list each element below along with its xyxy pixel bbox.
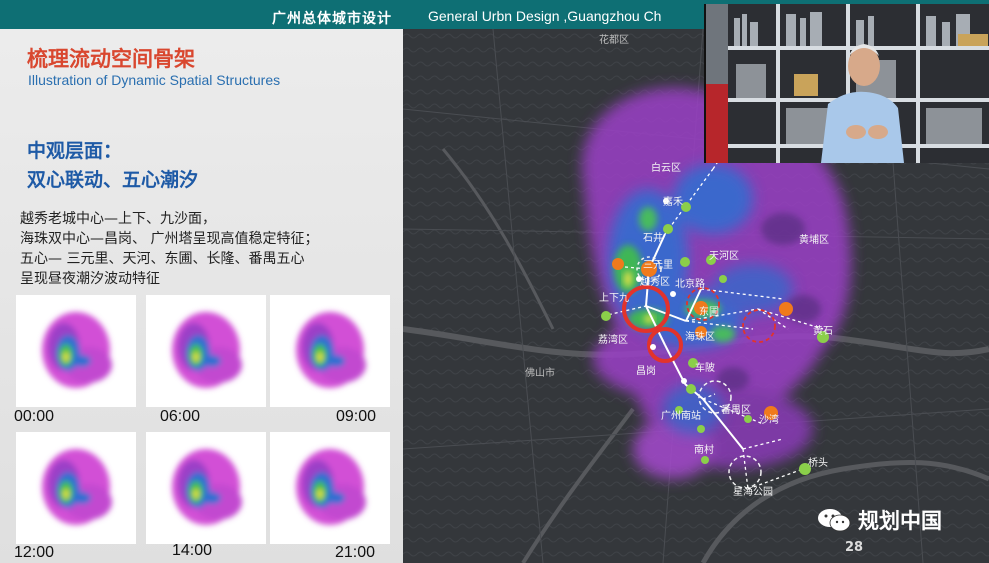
description-line: 海珠双中心—昌岗、 广州塔呈现高值稳定特征；: [20, 231, 319, 247]
thumbnail-time: 06:00: [160, 408, 201, 425]
heatmap-thumbnail: [270, 295, 390, 407]
map-label: 嘉禾: [663, 195, 683, 208]
slide-title: 梳理流动空间骨架: [27, 47, 195, 71]
header-title-zh: 广州总体城市设计: [272, 11, 392, 27]
map-label: 白云区: [651, 161, 681, 174]
wechat-icon: [818, 509, 851, 532]
map-label: 广州南站: [661, 409, 701, 422]
map-label: 荔湾区: [598, 333, 628, 346]
map-label: 桥头: [808, 457, 828, 469]
page-number: 28: [845, 540, 864, 555]
video-frame: [706, 4, 989, 163]
level-heading: 中观层面：: [27, 140, 123, 162]
map-label: 石井: [643, 231, 663, 244]
map-label: 番禺区: [721, 404, 751, 416]
thumbnail-time: 14:00: [172, 542, 213, 559]
map-label: 车陂: [695, 361, 715, 374]
map-label: 佛山市: [525, 366, 555, 379]
watermark: 规划中国: [816, 505, 942, 535]
heatmap-thumbnail: [146, 295, 266, 407]
map-label: 北京路: [675, 277, 705, 290]
description-line: 五心— 三元里、天河、东圃、长隆、番禺五心: [20, 251, 305, 267]
thumbnail-time: 12:00: [14, 544, 55, 561]
map-label: 上下九: [599, 292, 629, 304]
map-label: 星海公园: [733, 485, 773, 498]
map-label: 三元里: [643, 259, 673, 271]
map-label: 黄石: [813, 324, 833, 337]
presenter-video: [704, 4, 989, 163]
map-label: 南村: [694, 443, 714, 456]
header-title-en: General Urbn Design ,Guangzhou Ch: [428, 8, 662, 24]
map-label: 昌岗: [636, 365, 656, 377]
map-label: 沙湾: [759, 413, 779, 426]
map-label: 越秀区: [640, 275, 670, 288]
description-line: 呈现昼夜潮汐波动特征: [20, 271, 160, 287]
description-line: 越秀老城中心—上下、九沙面，: [20, 211, 216, 227]
map-label: 海珠区: [685, 330, 715, 343]
map-label: 花都区: [599, 33, 629, 46]
thumbnail-time: 09:00: [336, 408, 377, 425]
heatmap-thumbnail: [16, 432, 136, 544]
map-label: 天河区: [709, 250, 739, 262]
description: 越秀老城中心—上下、九沙面， 海珠双中心—昌岗、 广州塔呈现高值稳定特征； 五心…: [20, 209, 318, 289]
slide-left-panel: 梳理流动空间骨架 Illustration of Dynamic Spatial…: [0, 29, 403, 563]
map-label: 黄埔区: [799, 233, 829, 246]
thumbnail-time: 21:00: [335, 544, 376, 561]
heatmap-thumbnail: [16, 295, 136, 407]
slide-title-en: Illustration of Dynamic Spatial Structur…: [28, 72, 281, 88]
map-label: 东圃: [699, 305, 719, 318]
heatmap-thumbnail: [146, 432, 266, 544]
level-subtitle: 双心联动、五心潮汐: [27, 169, 199, 191]
heatmap-thumbnail: [270, 432, 390, 544]
thumbnail-time: 00:00: [14, 408, 55, 425]
watermark-text: 规划中国: [858, 509, 942, 533]
